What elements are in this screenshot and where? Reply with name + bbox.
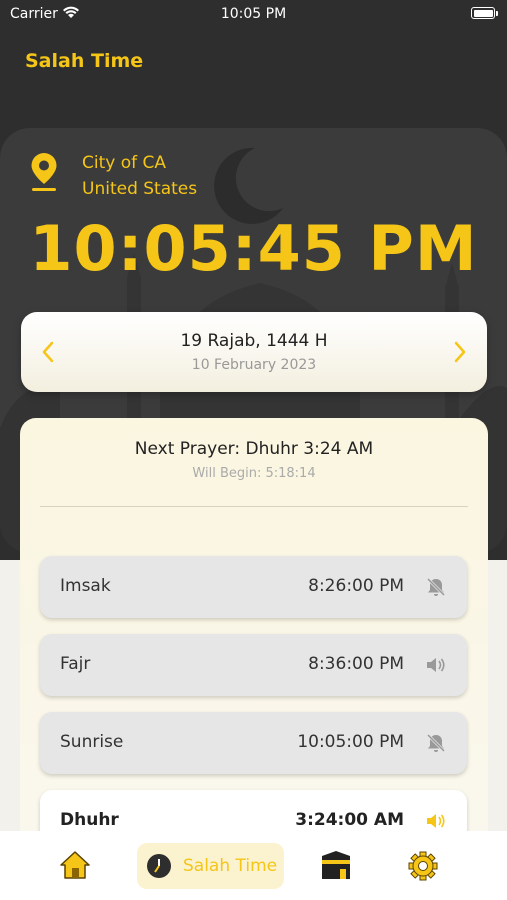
tab-salah-time[interactable]: Salah Time	[137, 843, 284, 889]
prayer-time: 8:26:00 PM	[308, 576, 404, 596]
gear-icon	[408, 851, 438, 881]
speaker-icon[interactable]	[425, 654, 447, 676]
home-icon	[60, 851, 90, 879]
tab-home[interactable]	[57, 843, 93, 889]
bell-off-icon[interactable]	[425, 576, 447, 598]
page-title: Salah Time	[25, 50, 144, 72]
bell-off-icon[interactable]	[425, 732, 447, 754]
location-country: United States	[82, 179, 198, 199]
next-prayer-countdown: Will Begin: 5:18:14	[192, 466, 316, 481]
prayer-row-sunrise[interactable]: Sunrise 10:05:00 PM	[40, 712, 467, 774]
prayer-times-card: Next Prayer: Dhuhr 3:24 AM Will Begin: 5…	[20, 418, 488, 852]
prayer-row-fajr[interactable]: Fajr 8:36:00 PM	[40, 634, 467, 696]
next-prayer-title: Next Prayer: Dhuhr 3:24 AM	[134, 439, 374, 459]
clock-icon	[147, 854, 171, 878]
status-time: 10:05 PM	[220, 6, 287, 22]
tab-qibla[interactable]	[318, 843, 354, 889]
prayer-time: 8:36:00 PM	[308, 654, 404, 674]
status-bar: Carrier 10:05 PM	[0, 0, 507, 28]
divider	[40, 506, 468, 507]
prayer-row-imsak[interactable]: Imsak 8:26:00 PM	[40, 556, 467, 618]
current-time: 10:05:45 PM	[29, 212, 478, 285]
hijri-date: 19 Rajab, 1444 H	[180, 331, 328, 351]
battery-icon	[471, 7, 498, 19]
gregorian-date: 10 February 2023	[191, 357, 317, 373]
prayer-name: Imsak	[60, 576, 111, 596]
location-label: City of CA United States	[82, 150, 197, 202]
date-selector: 19 Rajab, 1444 H 10 February 2023	[21, 312, 487, 392]
prayer-time: 10:05:00 PM	[297, 732, 404, 752]
prayer-name: Fajr	[60, 654, 91, 674]
tab-salah-label: Salah Time	[183, 856, 278, 876]
prayer-name: Dhuhr	[60, 810, 119, 830]
tab-bar: Salah Time	[0, 831, 507, 900]
speaker-icon[interactable]	[425, 810, 447, 832]
location-pin-icon	[31, 153, 57, 191]
tab-settings[interactable]	[405, 843, 441, 889]
prayer-time: 3:24:00 AM	[295, 810, 404, 830]
location-city: City of CA	[82, 153, 167, 173]
prayer-name: Sunrise	[60, 732, 124, 752]
kaaba-icon	[322, 851, 350, 879]
next-day-button[interactable]	[447, 338, 471, 366]
